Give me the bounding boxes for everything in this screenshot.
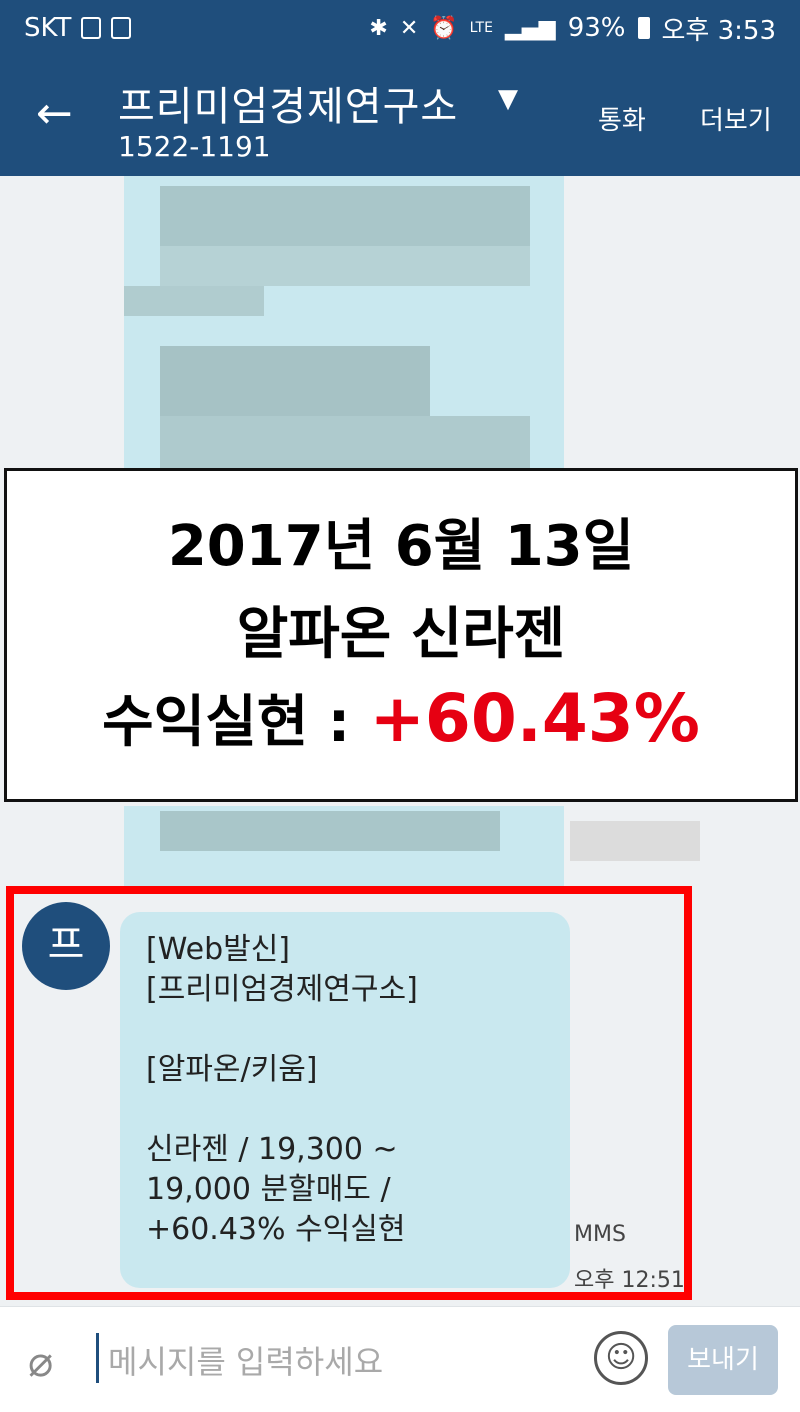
battery-icon: [637, 17, 650, 39]
battery-percent: 93%: [567, 13, 626, 43]
message-line: [프리미엄경제연구소]: [146, 972, 418, 1007]
mosaic-block: [160, 346, 430, 416]
gallery-icon: [111, 17, 132, 39]
profit-caption: 2017년 6월 13일 알파온 신라젠 수익실현 : +60.43%: [4, 468, 798, 802]
back-arrow-icon[interactable]: ←: [36, 92, 82, 138]
app-bar: ← 프리미엄경제연구소 ▼ 1522-1191 통화 더보기: [0, 56, 800, 176]
message-line: [Web발신]: [146, 932, 291, 967]
avatar[interactable]: 프: [22, 902, 110, 990]
caption-result: 수익실현 : +60.43%: [7, 677, 795, 758]
send-button[interactable]: 보내기: [668, 1325, 778, 1395]
paperclip-icon[interactable]: ⌀: [28, 1337, 53, 1386]
mosaic-block: [160, 416, 530, 476]
message-line: +60.43% 수익실현: [146, 1212, 406, 1247]
more-button[interactable]: 더보기: [700, 100, 772, 137]
message-bubble[interactable]: [Web발신] [프리미엄경제연구소] [알파온/키움] 신라젠 / 19,30…: [120, 912, 570, 1288]
clock: 오후 3:53: [661, 15, 777, 46]
bluetooth-icon: ✱: [369, 15, 388, 41]
carrier-label: SKT: [24, 13, 72, 43]
caption-stock: 알파온 신라젠: [236, 602, 566, 667]
signal-icon: ▂▄▆: [504, 15, 556, 41]
caption-result-value: +60.43%: [369, 680, 700, 757]
message-line: [146, 1090, 544, 1130]
contact-phone: 1522-1191: [118, 130, 271, 163]
message-line: [알파온/키움]: [146, 1052, 318, 1087]
compose-bar: ⌀ 메시지를 입력하세요 ☺ 보내기: [0, 1306, 800, 1412]
text-cursor: [96, 1333, 99, 1383]
cast-icon: [81, 17, 102, 39]
mosaic-block: [124, 286, 264, 316]
alarm-icon: ⏰: [430, 15, 458, 41]
dropdown-caret-icon[interactable]: ▼: [498, 84, 518, 114]
mosaic-block: [160, 811, 500, 851]
call-button[interactable]: 통화: [598, 100, 646, 137]
lte-icon: LTE: [469, 20, 493, 36]
message-input[interactable]: 메시지를 입력하세요: [108, 1337, 383, 1383]
mute-icon: ✕: [399, 15, 419, 41]
mosaic-block: [160, 246, 530, 286]
mosaic-block: [160, 186, 530, 246]
message-line: 신라젠 / 19,300 ~: [146, 1132, 398, 1167]
message-line: [146, 1010, 544, 1050]
emoji-icon[interactable]: ☺: [594, 1331, 648, 1385]
caption-result-label: 수익실현 :: [102, 690, 370, 755]
message-time: 오후 12:51: [574, 1268, 685, 1293]
message-type: MMS: [574, 1222, 626, 1247]
status-bar: SKT ✱ ✕ ⏰ LTE ▂▄▆ 93% 오후 3:53: [0, 0, 800, 56]
contact-name[interactable]: 프리미엄경제연구소: [118, 74, 458, 132]
message-line: 19,000 분할매도 /: [146, 1172, 391, 1207]
mosaic-block: [570, 821, 700, 861]
caption-date: 2017년 6월 13일: [167, 514, 635, 579]
